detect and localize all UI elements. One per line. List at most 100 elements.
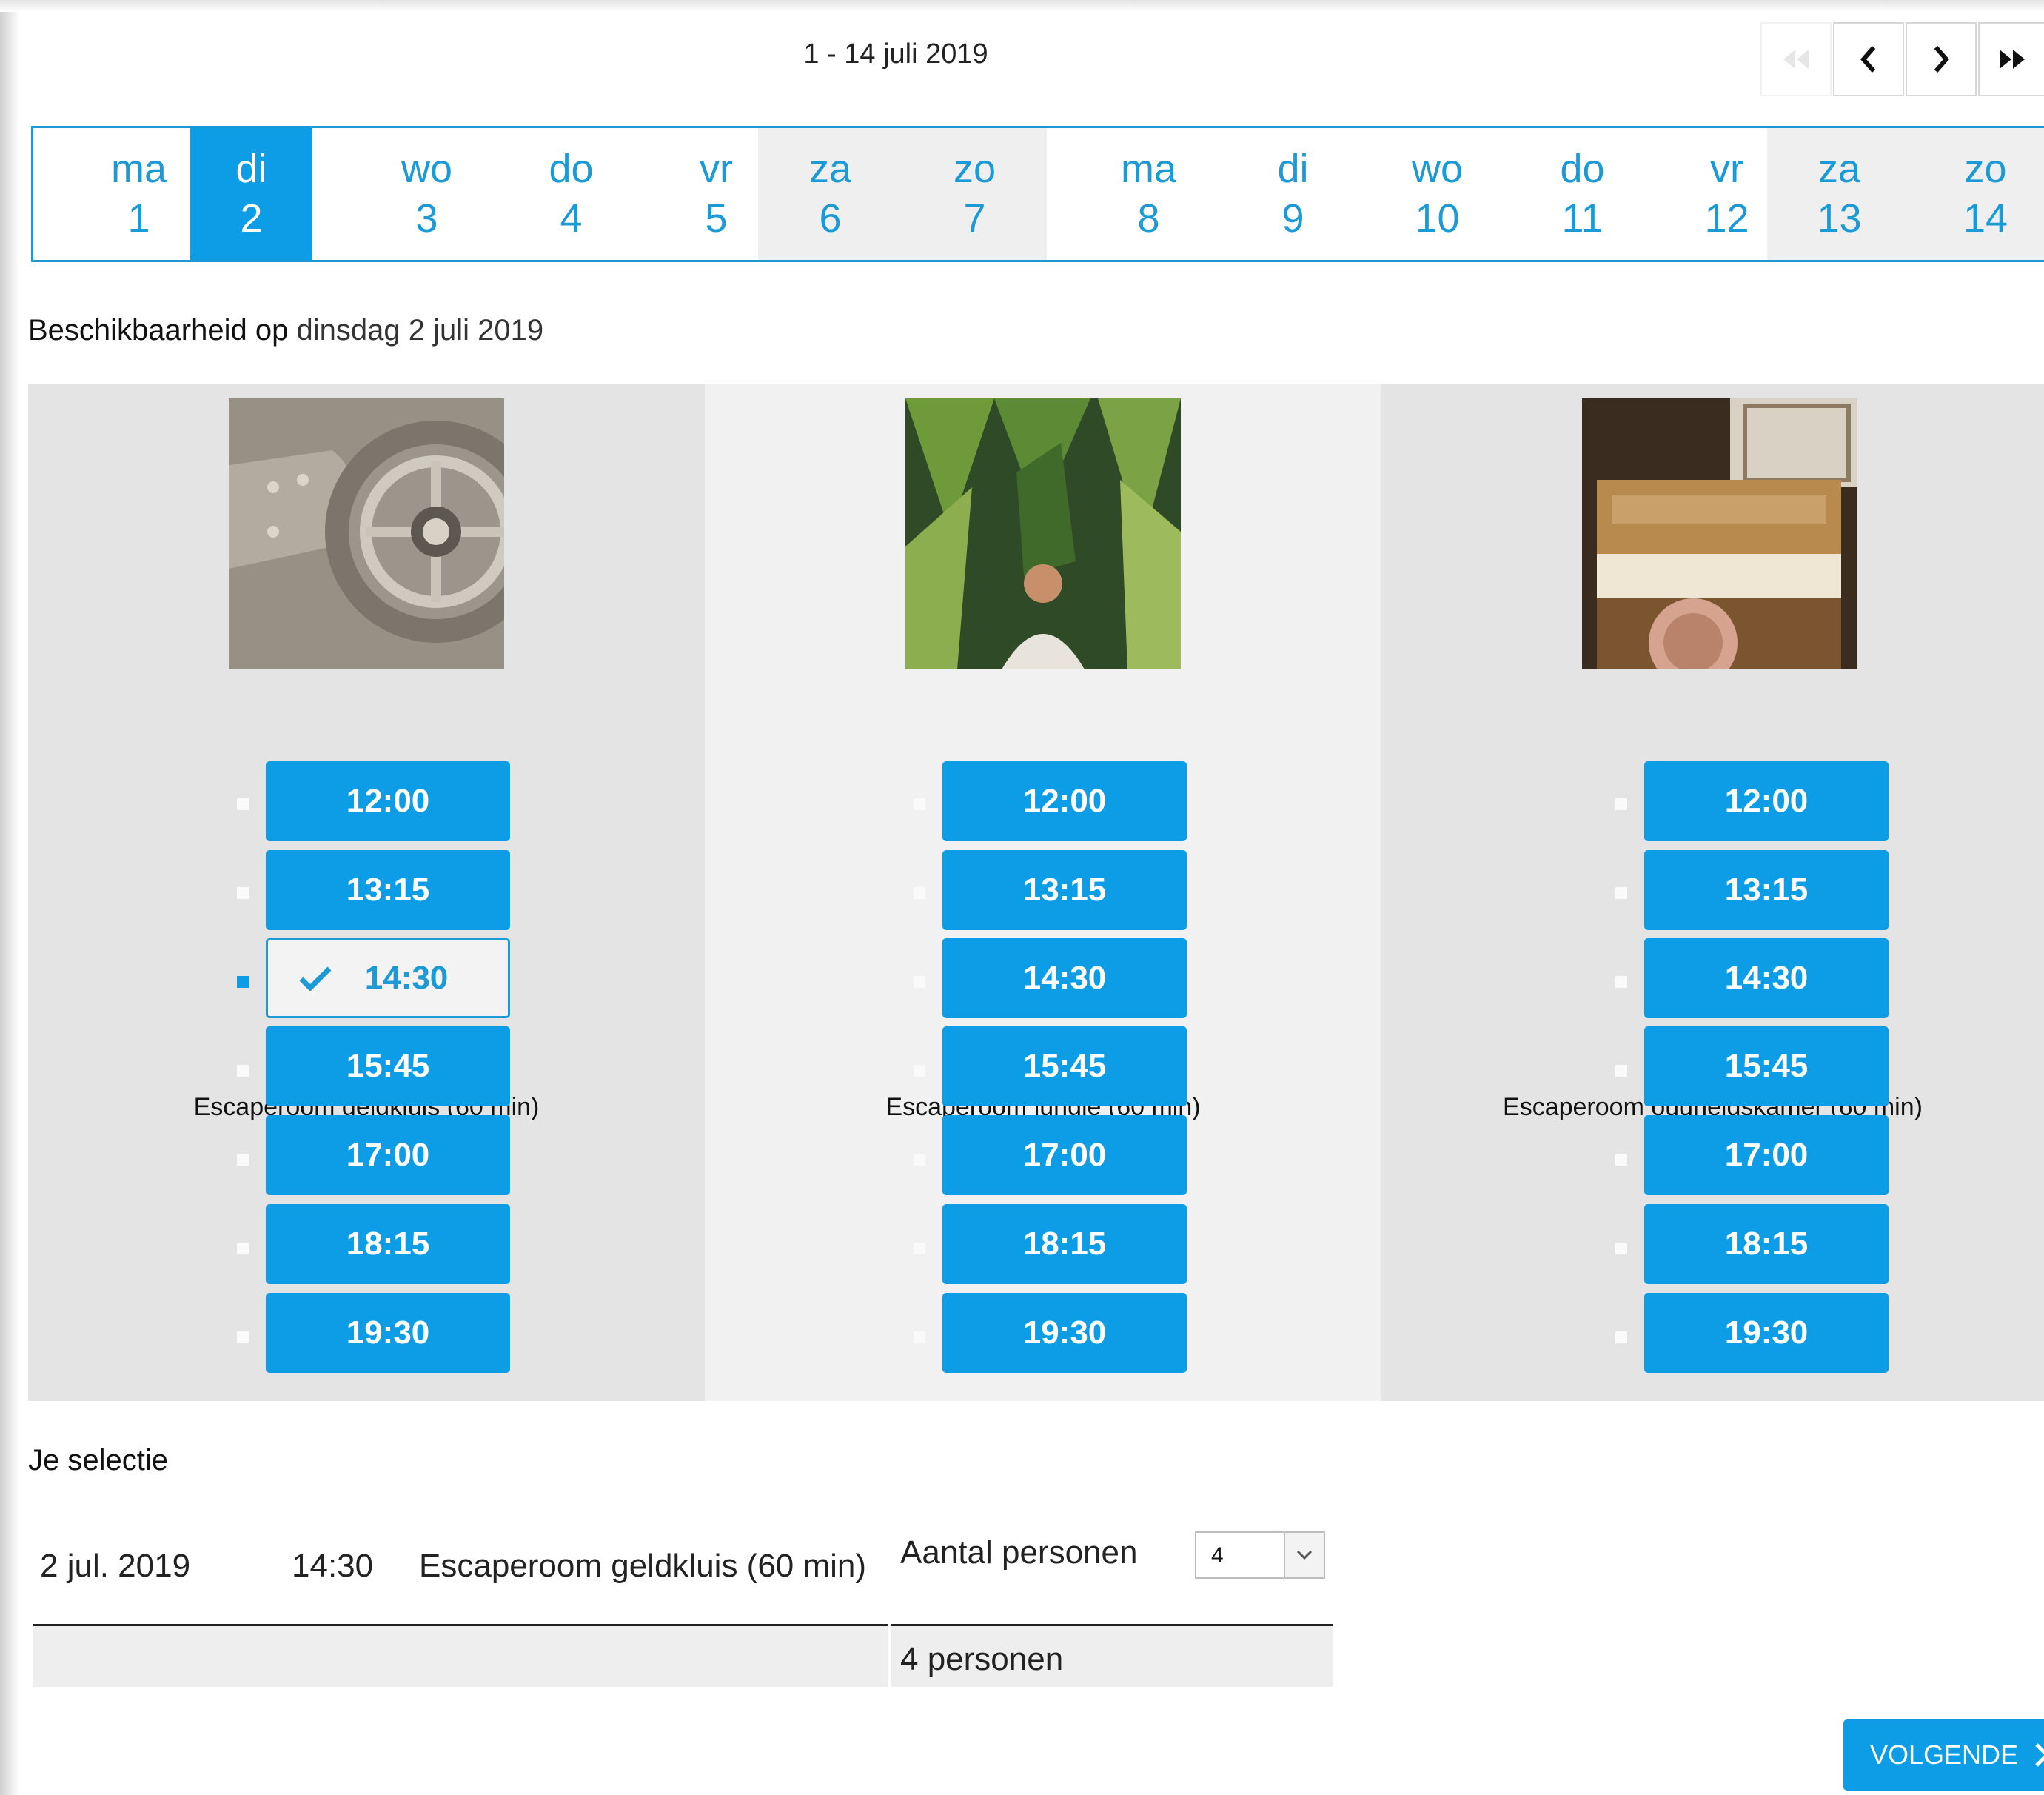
date-range-title: 1 - 14 juli 2019 (803, 39, 988, 70)
day-number: 1 (127, 196, 150, 241)
slot-marker (237, 887, 249, 899)
day-cell[interactable]: ma 1 (67, 128, 211, 260)
time-slot-button[interactable]: 15:45 (266, 1026, 510, 1106)
first-page-button[interactable] (1760, 22, 1832, 96)
day-name: di (1277, 147, 1309, 191)
day-number: 9 (1281, 196, 1304, 241)
day-cell-weekend[interactable]: zo 7 (902, 128, 1047, 260)
slot-marker (914, 976, 925, 988)
day-name: do (1560, 147, 1605, 191)
availability-heading: Beschikbaarheid op dinsdag 2 juli 2019 (28, 314, 543, 347)
day-name: vr (700, 147, 733, 191)
day-number: 3 (415, 196, 438, 241)
day-cell[interactable]: do 11 (1510, 128, 1655, 260)
day-cell-weekend[interactable]: za 13 (1767, 128, 1911, 260)
time-slot-button[interactable]: 15:45 (942, 1026, 1187, 1106)
day-name: vr (1710, 147, 1743, 191)
time-slot-button[interactable]: 13:15 (1644, 850, 1889, 930)
time-slot-button[interactable]: 13:15 (266, 850, 510, 930)
time-slot-button[interactable]: 14:30 (942, 938, 1187, 1018)
time-slot-button[interactable]: 19:30 (942, 1293, 1187, 1373)
time-slot-button[interactable]: 17:00 (1644, 1115, 1889, 1195)
day-name: ma (110, 147, 167, 191)
chevron-down-icon (1284, 1533, 1324, 1577)
time-slot-button[interactable]: 17:00 (942, 1115, 1187, 1195)
time-slot-button[interactable]: 12:00 (942, 761, 1187, 841)
persons-label: Aantal personen (900, 1534, 1138, 1571)
chevron-right-icon (1934, 46, 1949, 73)
day-number: 14 (1963, 196, 2008, 241)
selection-room: Escaperoom geldkluis (60 min) (419, 1548, 867, 1584)
chevron-left-icon (1860, 46, 1876, 73)
day-cell[interactable]: do 4 (499, 128, 643, 260)
jungle-image (905, 398, 1181, 669)
selection-heading: Je selectie (28, 1444, 168, 1477)
slot-marker (1615, 1065, 1627, 1077)
summary-row-left (33, 1626, 888, 1687)
time-slot-button-selected[interactable]: 14:30 (266, 938, 510, 1018)
window-top-shadow (0, 0, 2044, 12)
slot-marker (1615, 1243, 1627, 1254)
antique-piano-image (1582, 398, 1857, 669)
next-step-button[interactable]: VOLGENDE (1843, 1719, 2044, 1791)
day-cell[interactable]: wo 10 (1365, 128, 1509, 260)
day-number: 13 (1817, 196, 1862, 241)
time-slot-button[interactable]: 17:00 (266, 1115, 510, 1195)
time-slot-button[interactable]: 18:15 (942, 1204, 1187, 1284)
slot-marker (914, 1154, 925, 1166)
slot-marker (914, 1331, 925, 1343)
last-page-icon (2000, 50, 2025, 69)
room-column-jungle: Escaperoom jungle (60 min) 12:00 13:15 1… (705, 384, 1381, 1401)
time-slot-button[interactable]: 19:30 (1644, 1293, 1889, 1373)
slot-marker (914, 798, 925, 810)
day-cell[interactable]: di 9 (1221, 128, 1365, 260)
prev-button[interactable] (1833, 22, 1904, 96)
day-cell-selected[interactable]: di 2 (190, 128, 312, 260)
day-number: 11 (1561, 196, 1604, 241)
selection-date: 2 jul. 2019 (40, 1548, 191, 1584)
day-number: 8 (1137, 196, 1160, 241)
selection-time: 14:30 (292, 1548, 374, 1584)
slot-marker (914, 1065, 925, 1077)
time-slot-button[interactable]: 19:30 (266, 1293, 510, 1373)
slot-marker (237, 798, 249, 810)
time-slot-button[interactable]: 12:00 (1644, 761, 1889, 841)
vault-door-image (229, 398, 504, 669)
persons-select-value: 4 (1211, 1543, 1224, 1568)
time-slot-button[interactable]: 13:15 (942, 850, 1187, 930)
slot-marker (1615, 1154, 1627, 1166)
slot-marker-selected (237, 976, 249, 988)
room-column-oudheidskamer: Escaperoom oudheidskamer (60 min) 12:00 … (1381, 384, 2044, 1401)
time-slot-button[interactable]: 18:15 (266, 1204, 510, 1284)
next-step-label: VOLGENDE (1870, 1739, 2019, 1770)
last-page-button[interactable] (1978, 22, 2044, 96)
checkmark-icon (299, 966, 332, 991)
slot-marker (237, 1331, 249, 1343)
slot-marker (237, 1243, 249, 1254)
booking-page: 1 - 14 juli 2019 ma 1 di 2 wo 3 do 4 vr … (0, 0, 2044, 1795)
day-cell-weekend[interactable]: za 6 (758, 128, 902, 260)
day-name: wo (401, 147, 453, 191)
time-slot-button[interactable]: 14:30 (1644, 938, 1889, 1018)
day-cell[interactable]: wo 3 (355, 128, 499, 260)
slot-marker (237, 1065, 249, 1077)
day-number: 2 (240, 196, 263, 241)
first-page-icon (1783, 50, 1809, 69)
time-slot-button[interactable]: 15:45 (1644, 1026, 1889, 1106)
day-number: 4 (560, 196, 583, 241)
day-number: 6 (819, 196, 842, 241)
next-button[interactable] (1906, 22, 1977, 96)
day-number: 10 (1415, 196, 1460, 241)
day-picker: ma 1 di 2 wo 3 do 4 vr 5 za 6 zo 7 ma 8 (31, 126, 2044, 262)
time-slot-button[interactable]: 12:00 (266, 761, 510, 841)
room-column-geldkluis: Escaperoom geldkluis (60 min) 12:00 13:1… (28, 384, 705, 1401)
day-cell-weekend[interactable]: zo 14 (1911, 128, 2044, 260)
time-slot-button[interactable]: 18:15 (1644, 1204, 1889, 1284)
day-number: 7 (963, 196, 986, 241)
availability-label: Beschikbaarheid op (28, 314, 289, 347)
slot-marker (1615, 976, 1627, 988)
persons-select[interactable]: 4 (1195, 1531, 1325, 1579)
day-number: 5 (705, 196, 728, 241)
slot-marker (1615, 1331, 1627, 1343)
day-cell[interactable]: ma 8 (1076, 128, 1221, 260)
